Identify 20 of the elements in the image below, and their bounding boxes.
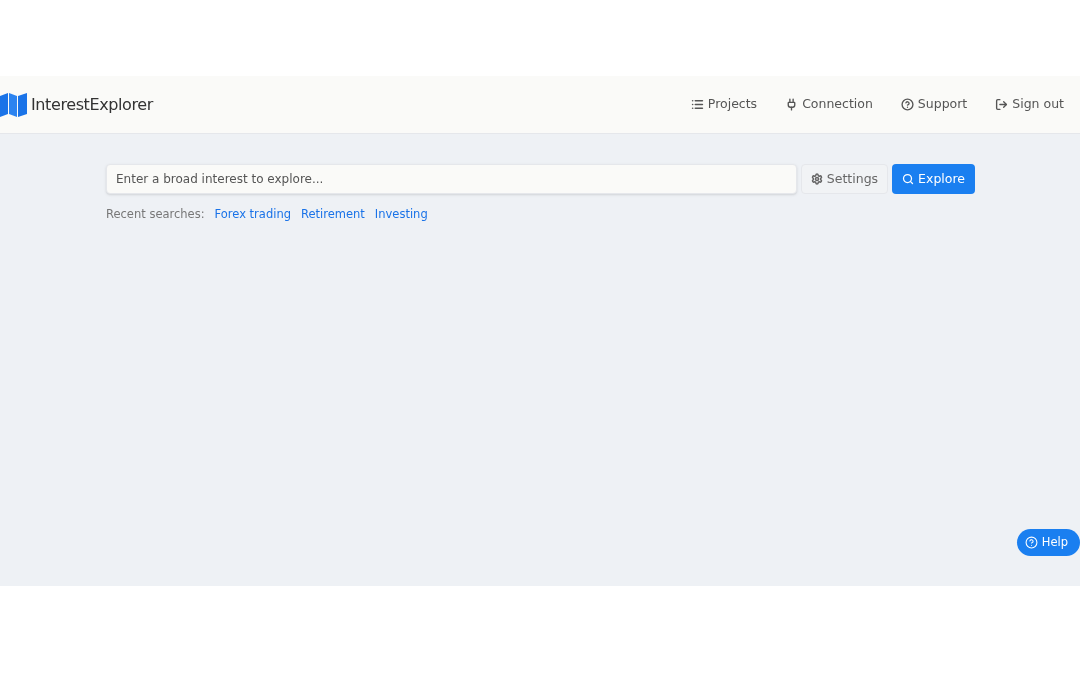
nav-link[interactable]: Connection bbox=[785, 95, 873, 114]
settings-icon bbox=[810, 173, 823, 185]
settings-button[interactable]: Settings bbox=[800, 164, 889, 194]
help-button[interactable]: Help bbox=[1016, 529, 1080, 556]
question-icon bbox=[900, 98, 914, 111]
search-icon bbox=[902, 173, 915, 185]
search-field[interactable]: Enter a broad interest to explore... bbox=[106, 164, 797, 194]
explore-button[interactable]: Explore bbox=[892, 164, 975, 194]
nav-link[interactable]: Projects bbox=[690, 95, 758, 114]
help-icon bbox=[1024, 536, 1038, 549]
map-logo-icon bbox=[0, 92, 27, 117]
recent-search-link[interactable]: Retirement bbox=[300, 206, 365, 224]
recent-search-link[interactable]: Investing bbox=[374, 206, 428, 224]
sign-out-icon bbox=[995, 98, 1009, 111]
recent-searches-label: Recent searches: bbox=[106, 206, 205, 223]
recent-search-link[interactable]: Forex trading bbox=[214, 206, 291, 224]
brand-name: InterestExplorer bbox=[31, 93, 153, 116]
list-icon bbox=[690, 98, 704, 111]
nav-link[interactable]: Support bbox=[900, 95, 968, 114]
nav-link[interactable]: Sign out bbox=[995, 95, 1064, 114]
